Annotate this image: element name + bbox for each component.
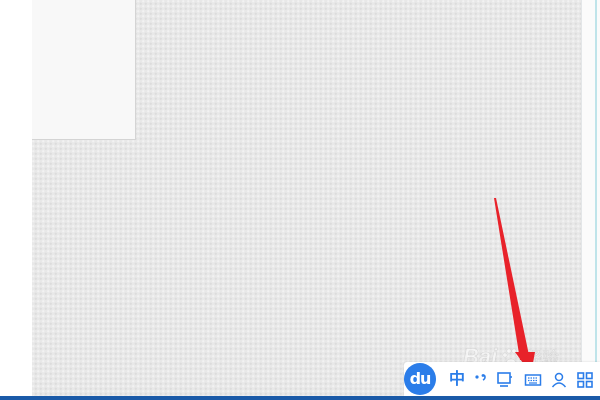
top-left-panel [32,0,136,140]
left-margin [0,0,32,400]
taskbar-edge [0,396,600,400]
screen: Bai 经验 du 中 [0,0,600,400]
punctuation-icon[interactable] [472,371,490,389]
skin-icon[interactable] [496,371,514,389]
chinese-mode-button[interactable]: 中 [447,369,467,389]
right-edge [581,0,600,400]
user-icon[interactable] [550,371,568,389]
ime-logo-button[interactable]: du [404,363,436,395]
menu-grid-icon[interactable] [576,371,594,389]
soft-keyboard-icon[interactable] [524,371,542,389]
ime-toolbar[interactable]: du 中 [404,362,600,396]
right-edge-accent [595,0,597,400]
